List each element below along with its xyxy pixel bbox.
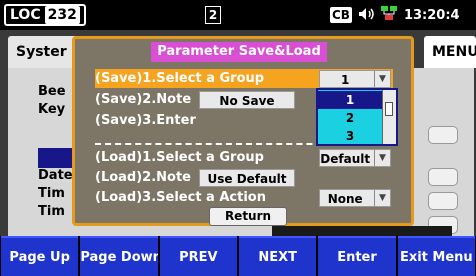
bg-item-beep: Bee xyxy=(38,84,66,99)
load-note-field[interactable]: Use Default xyxy=(199,169,295,187)
load-group-value: Default xyxy=(320,152,371,166)
status-bar: LOC 232 2 CB 13:20:4 xyxy=(0,0,476,30)
dropdown-option-3[interactable]: 3 xyxy=(318,127,382,145)
chevron-down-icon: ▼ xyxy=(374,190,390,206)
save-group-value: 1 xyxy=(341,73,350,87)
dropdown-scrollbar[interactable] xyxy=(382,90,396,144)
load-action-select[interactable]: None ▼ xyxy=(319,189,391,207)
save-group-select[interactable]: 1 ▼ xyxy=(319,70,391,88)
next-button[interactable]: NEXT xyxy=(238,236,317,276)
loc-label: LOC xyxy=(10,7,41,23)
save-note-field[interactable]: No Save xyxy=(199,91,295,109)
speaker-icon xyxy=(358,6,374,25)
bg-item-date: Date xyxy=(38,168,73,183)
bg-toggle xyxy=(428,126,458,144)
load-note-label[interactable]: (Load)2.Note xyxy=(95,169,191,187)
exit-menu-button[interactable]: Exit Menu xyxy=(397,236,475,276)
return-button[interactable]: Return xyxy=(209,207,287,226)
scrollbar-thumb[interactable] xyxy=(385,102,393,116)
load-group-label[interactable]: (Load)1.Select a Group xyxy=(95,149,264,167)
save-note-label[interactable]: (Save)2.Note xyxy=(95,91,191,109)
dropdown-option-1[interactable]: 1 xyxy=(318,91,382,109)
enter-button[interactable]: Enter xyxy=(318,236,396,276)
chevron-down-icon: ▼ xyxy=(374,71,390,87)
chevron-down-icon: ▼ xyxy=(374,150,390,166)
bg-footer-bar xyxy=(272,226,452,236)
bg-toggle xyxy=(428,168,458,186)
save-enter-label[interactable]: (Save)3.Enter xyxy=(95,112,196,130)
load-action-label[interactable]: (Load)3.Select a Action xyxy=(95,189,266,207)
clock: 13:20:4 xyxy=(403,7,460,23)
loc-address: 232 xyxy=(44,6,80,24)
softkey-bar: Page Up Page Down PREV NEXT Enter Exit M… xyxy=(0,236,476,276)
bg-item-key: Key xyxy=(38,102,66,117)
load-group-select[interactable]: Default ▼ xyxy=(319,149,391,167)
tab-system[interactable]: Syster xyxy=(8,36,80,68)
tab-menu[interactable]: MENU xyxy=(424,36,476,68)
page-down-button[interactable]: Page Down xyxy=(80,236,158,276)
prev-button[interactable]: PREV xyxy=(159,236,237,276)
network-icon xyxy=(380,5,398,25)
cb-indicator: CB xyxy=(330,7,352,23)
save-group-label[interactable]: (Save)1.Select a Group xyxy=(95,70,264,88)
page-up-button[interactable]: Page Up xyxy=(1,236,79,276)
bg-item-timezone: Tim xyxy=(38,204,65,219)
bg-item-time: Tim xyxy=(38,186,65,201)
dialog-title: Parameter Save&Load xyxy=(151,42,327,62)
status-icons: CB 13:20:4 xyxy=(330,5,460,25)
group-dropdown-list[interactable]: 1 2 3 xyxy=(316,88,398,146)
bg-toggle xyxy=(428,192,458,210)
remote-location-indicator: LOC 232 xyxy=(4,4,86,26)
load-action-value: None xyxy=(327,192,363,206)
slot-indicator: 2 xyxy=(205,6,221,24)
dropdown-option-2[interactable]: 2 xyxy=(318,109,382,127)
